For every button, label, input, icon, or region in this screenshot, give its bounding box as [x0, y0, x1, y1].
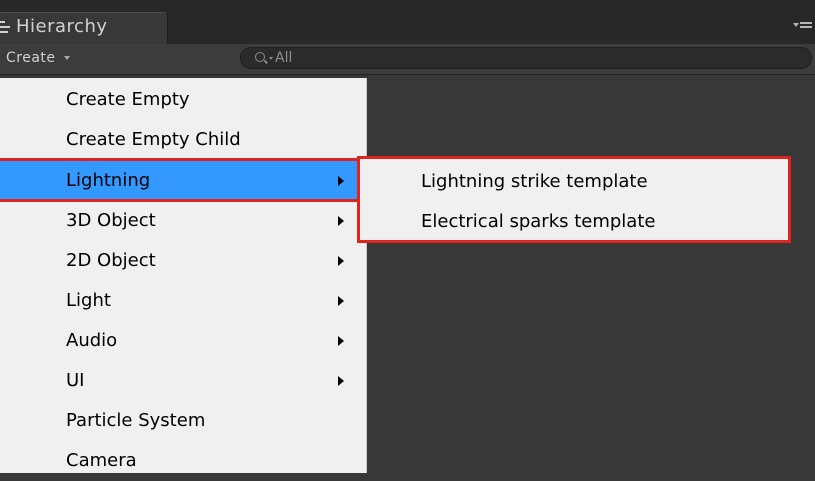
- menu-item-create-empty[interactable]: Create Empty: [0, 80, 366, 120]
- menu-item-create-empty-child[interactable]: Create Empty Child: [0, 120, 366, 160]
- create-dropdown-button[interactable]: Create: [6, 50, 70, 70]
- menu-item-label: 2D Object: [66, 250, 156, 271]
- menu-item-camera[interactable]: Camera: [0, 441, 366, 481]
- search-input[interactable]: [275, 49, 775, 67]
- menu-item-particle-system[interactable]: Particle System: [0, 401, 366, 441]
- tab-title: Hierarchy: [16, 16, 108, 37]
- chevron-down-icon: [63, 56, 70, 60]
- menu-item-label: Create Empty: [66, 89, 190, 110]
- tab-hierarchy[interactable]: Hierarchy: [0, 12, 168, 44]
- hierarchy-toolbar: Create: [0, 44, 815, 75]
- submenu-item-electrical-sparks-template[interactable]: Electrical sparks template: [360, 202, 788, 242]
- menu-item-ui[interactable]: UI: [0, 361, 366, 401]
- menu-item-label: Light: [66, 290, 111, 311]
- menu-item-label: Create Empty Child: [66, 129, 241, 150]
- menu-item-label: Lightning: [66, 170, 151, 191]
- create-label: Create: [6, 50, 56, 66]
- submenu-arrow-icon: [338, 376, 344, 386]
- hierarchy-list-icon: [0, 21, 13, 35]
- menu-item-label: 3D Object: [66, 210, 156, 231]
- lightning-submenu: Lightning strike template Electrical spa…: [357, 156, 791, 243]
- submenu-item-label: Electrical sparks template: [421, 211, 656, 232]
- menu-item-audio[interactable]: Audio: [0, 321, 366, 361]
- panel-options-icon[interactable]: [793, 18, 813, 32]
- tab-strip: Hierarchy: [0, 0, 815, 44]
- search-icon[interactable]: [255, 52, 265, 62]
- submenu-arrow-icon: [338, 296, 344, 306]
- menu-item-label: Camera: [66, 450, 137, 471]
- menu-item-light[interactable]: Light: [0, 281, 366, 321]
- menu-item-3d-object[interactable]: 3D Object: [0, 201, 366, 241]
- create-menu: Create Empty Create Empty Child Lightnin…: [0, 78, 367, 473]
- menu-item-label: Particle System: [66, 410, 206, 431]
- search-field[interactable]: [240, 47, 812, 69]
- search-filter-dropdown-icon[interactable]: [269, 57, 273, 60]
- submenu-item-lightning-strike-template[interactable]: Lightning strike template: [360, 162, 788, 202]
- submenu-arrow-icon: [338, 176, 344, 186]
- menu-item-label: UI: [66, 370, 85, 391]
- submenu-item-label: Lightning strike template: [421, 171, 648, 192]
- submenu-arrow-icon: [338, 256, 344, 266]
- menu-item-2d-object[interactable]: 2D Object: [0, 241, 366, 281]
- submenu-arrow-icon: [338, 336, 344, 346]
- menu-item-lightning[interactable]: Lightning: [0, 161, 366, 201]
- menu-item-label: Audio: [66, 330, 118, 351]
- submenu-arrow-icon: [338, 216, 344, 226]
